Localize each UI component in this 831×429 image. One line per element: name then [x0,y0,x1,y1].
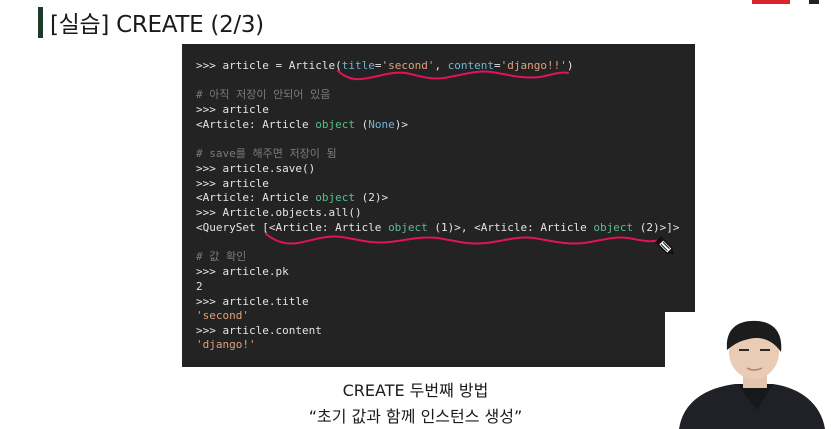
highlighter-pen-icon [654,236,674,255]
annotation-underline-queryset [265,233,661,245]
presenter-video [665,312,831,429]
annotation-underline-line1 [337,70,569,81]
webcam-overlay [665,312,831,429]
